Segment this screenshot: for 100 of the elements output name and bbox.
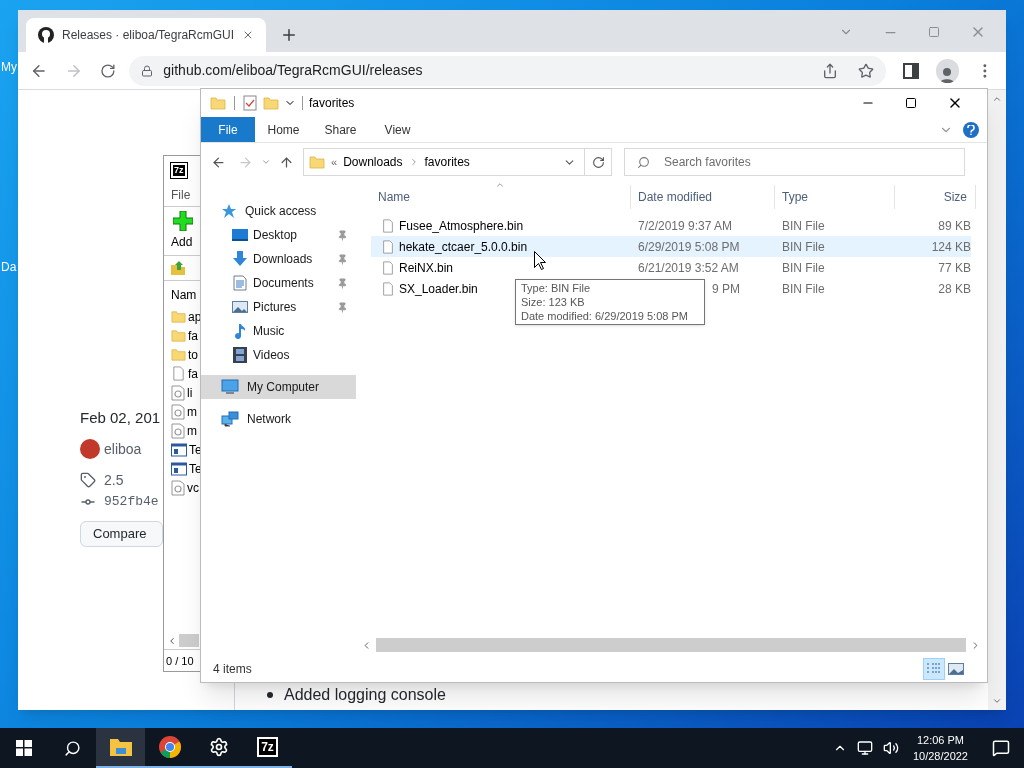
details-view-button[interactable] [923, 657, 945, 680]
window-icon [171, 461, 187, 476]
column-header[interactable]: Name [371, 185, 631, 209]
menu-item[interactable]: File [171, 184, 204, 206]
file-icon [381, 260, 395, 275]
ribbon-tab[interactable]: File [201, 117, 255, 142]
archive-entry[interactable]: fa [171, 364, 204, 383]
nav-item[interactable]: My Computer [201, 375, 356, 399]
file-name: SX_Loader.bin [399, 280, 478, 298]
nav-item[interactable]: Downloads [201, 247, 356, 271]
share-icon[interactable] [821, 62, 838, 79]
search-field[interactable]: Search favorites [624, 148, 965, 176]
pin-icon[interactable] [337, 277, 348, 289]
file-size: 28 KB [937, 280, 971, 298]
back-icon[interactable] [211, 154, 226, 170]
archive-entry[interactable]: vc [171, 478, 204, 497]
scroll-left-icon[interactable] [167, 635, 177, 646]
taskbar-app[interactable] [96, 728, 145, 768]
volume-icon[interactable] [882, 740, 899, 756]
pin-icon[interactable] [337, 229, 348, 241]
clock-time: 12:06 PM [916, 733, 964, 748]
address-bar[interactable]: github.com/eliboa/TegraRcmGUI/releases [129, 55, 886, 86]
author-link[interactable]: eliboa [104, 438, 142, 460]
pictures-icon [232, 299, 248, 315]
address-bar[interactable]: « Downloads favorites [303, 148, 585, 176]
archive-entry[interactable]: m [171, 402, 204, 421]
new-tab-icon[interactable] [280, 26, 298, 44]
archive-entry[interactable]: to [171, 345, 204, 364]
tag-link[interactable]: 2.5 [104, 469, 124, 491]
taskbar-app[interactable]: 7z [243, 728, 292, 768]
page-scrollbar[interactable] [988, 90, 1006, 710]
nav-item[interactable]: Desktop [201, 223, 356, 247]
folder-icon [171, 347, 186, 362]
reload-icon[interactable] [99, 62, 116, 79]
ribbon-tab[interactable]: Home [255, 117, 312, 142]
gear-file-icon [171, 422, 185, 439]
archive-entry[interactable]: fa [171, 326, 204, 345]
nav-item[interactable]: Quick access [201, 199, 356, 223]
nav-item[interactable]: Pictures [201, 295, 356, 319]
up-icon[interactable] [279, 154, 294, 170]
file-name: hekate_ctcaer_5.0.0.bin [399, 238, 528, 256]
mouse-pointer-icon [534, 251, 546, 270]
ribbon-tab[interactable]: Share [312, 117, 369, 142]
url-text: github.com/eliboa/TegraRcmGUI/releases [163, 61, 424, 80]
app-logo: 7z [257, 737, 278, 757]
help-icon[interactable] [963, 121, 979, 138]
gear-file-icon [171, 403, 185, 420]
column-header[interactable]: Date modified [631, 185, 775, 209]
scroll-up-icon[interactable] [992, 94, 1002, 104]
tooltip-line: Date modified: 6/29/2019 5:08 PM [521, 309, 689, 323]
file-size: 77 KB [937, 259, 971, 277]
file-type: BIN File [781, 217, 826, 235]
refresh-button[interactable] [584, 148, 612, 176]
file-size: 124 KB [930, 238, 971, 256]
browser-tab[interactable]: Releases · eliboa/TegraRcmGUI [26, 18, 266, 52]
breadcrumb[interactable]: favorites [424, 153, 470, 171]
notifications-icon[interactable] [992, 739, 1010, 757]
column-header[interactable]: Nam [171, 283, 204, 307]
scroll-down-icon[interactable] [992, 696, 1002, 706]
column-header[interactable]: Type [775, 185, 895, 209]
nav-item[interactable]: Documents [201, 271, 356, 295]
nav-item[interactable]: Music [201, 319, 356, 343]
bookmark-star-icon[interactable] [857, 62, 874, 79]
file-icon [171, 366, 186, 381]
file-date: 6/29/2019 5:08 PM [638, 238, 740, 256]
compare-button[interactable]: Compare [80, 521, 163, 547]
archive-entry[interactable]: li [171, 383, 204, 402]
github-logo-icon [38, 27, 54, 43]
tooltip-line: Type: BIN File [521, 281, 592, 295]
ribbon-tab[interactable]: View [369, 117, 426, 142]
bullet-icon [267, 692, 273, 698]
pin-icon[interactable] [337, 253, 348, 265]
chrome-logo-icon [158, 736, 181, 758]
maximize-icon[interactable] [905, 97, 917, 109]
nav-item[interactable]: Videos [201, 343, 356, 367]
gear-file-icon [171, 384, 185, 401]
person-icon [940, 66, 955, 83]
folder-icon [263, 95, 279, 111]
scrollbar-thumb[interactable] [179, 634, 199, 647]
monitor-icon [232, 227, 248, 243]
release-note: Added logging console [284, 685, 446, 705]
gear-file-icon [171, 479, 185, 496]
avatar [80, 439, 100, 459]
breadcrumb[interactable]: Downloads [343, 153, 403, 171]
file-row[interactable]: hekate_ctcaer_5.0.0.bin 6/29/2019 5:08 PM BIN File 124 KB [371, 236, 971, 257]
network-icon[interactable] [856, 740, 873, 756]
pin-icon[interactable] [337, 301, 348, 313]
add-button[interactable]: Add [173, 211, 203, 251]
side-panel-icon [902, 62, 919, 79]
profile-avatar[interactable] [935, 58, 960, 83]
nav-item[interactable]: Network [201, 407, 356, 431]
refresh-icon [591, 155, 605, 169]
clock[interactable]: 12:06 PM 10/28/2022 [908, 732, 972, 764]
file-name: Fusee_Atmosphere.bin [399, 217, 524, 235]
overflow-chevrons[interactable]: « [331, 153, 338, 171]
column-header[interactable]: Size [895, 185, 976, 209]
archive-entry[interactable]: m [171, 421, 204, 440]
commit-link[interactable]: 952fb4e [104, 492, 159, 512]
network-icon [221, 411, 239, 427]
scrollbar-thumb[interactable] [376, 638, 966, 652]
